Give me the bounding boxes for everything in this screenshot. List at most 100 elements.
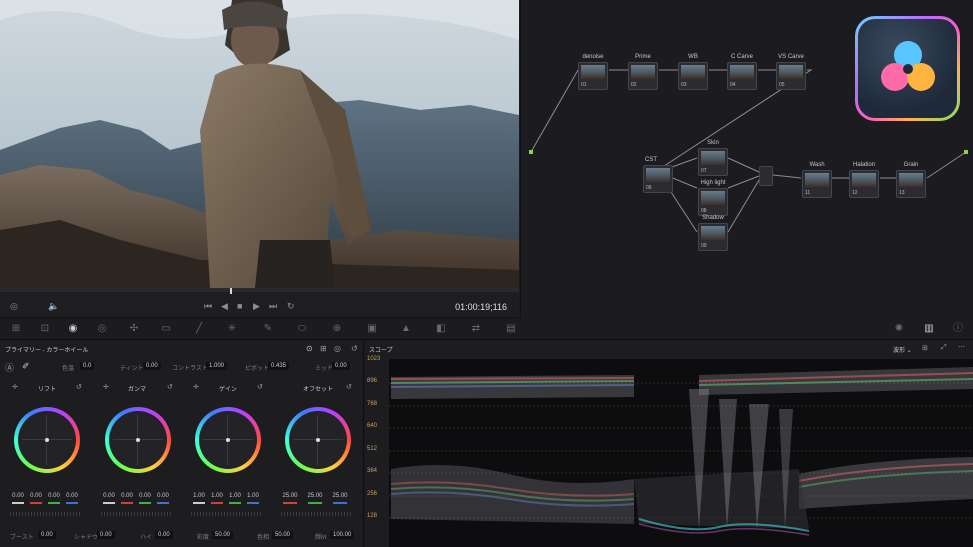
- gain-master-wheel[interactable]: [191, 512, 261, 516]
- node-cst[interactable]: 06: [643, 165, 673, 193]
- lum-mix-value[interactable]: 100.00: [330, 531, 355, 539]
- lift-wheel[interactable]: [14, 407, 80, 473]
- shadow-value[interactable]: 0.00: [97, 531, 115, 539]
- color-wheels-icon[interactable]: ◉: [67, 323, 79, 335]
- sizing-icon[interactable]: ⇄: [470, 323, 482, 335]
- node-vs-carve[interactable]: 05: [776, 62, 806, 90]
- bars-mode-icon[interactable]: ⊞: [320, 344, 327, 353]
- gamma-reset-icon[interactable]: ↺: [167, 383, 173, 391]
- saturation-value[interactable]: 50.00: [212, 531, 234, 539]
- node-prime[interactable]: 02: [628, 62, 658, 90]
- node-high-light[interactable]: 08: [698, 188, 728, 216]
- go-to-end-icon[interactable]: ⏭: [269, 301, 277, 311]
- node-grain[interactable]: 13: [896, 170, 926, 198]
- gamma-picker-icon[interactable]: ✛: [103, 383, 109, 391]
- waveform-scope[interactable]: [389, 359, 973, 547]
- lift-g-value[interactable]: 0.00: [47, 493, 61, 499]
- camera-raw-icon[interactable]: ⊞: [10, 323, 22, 335]
- tracker-icon[interactable]: ⊕: [331, 323, 343, 335]
- wheels-mode-icon[interactable]: ⊙: [306, 344, 313, 353]
- rgb-mixer-icon[interactable]: ✣: [128, 323, 140, 335]
- node-denoise[interactable]: 01: [578, 62, 608, 90]
- reset-icon[interactable]: ↺: [351, 344, 358, 353]
- gamma-y-value[interactable]: 0.00: [102, 493, 116, 499]
- hue-value[interactable]: 50.00: [272, 531, 294, 539]
- offset-b-value[interactable]: 25.00: [330, 493, 350, 499]
- lift-y-value[interactable]: 0.00: [11, 493, 25, 499]
- qualifier-icon[interactable]: ✎: [262, 323, 274, 335]
- lift-b-value[interactable]: 0.00: [65, 493, 79, 499]
- window-icon[interactable]: ⬭: [296, 323, 308, 335]
- contrast-value[interactable]: 1.000: [206, 362, 228, 370]
- play-reverse-icon[interactable]: ◀: [221, 301, 228, 311]
- offset-master-wheel[interactable]: [281, 512, 351, 516]
- layer-mixer-node[interactable]: [759, 166, 773, 186]
- key-icon[interactable]: ◧: [435, 323, 447, 335]
- log-mode-icon[interactable]: ◎: [334, 344, 341, 353]
- wheel-handle[interactable]: [316, 438, 320, 442]
- lift-r-value[interactable]: 0.00: [29, 493, 43, 499]
- lift-picker-icon[interactable]: ✛: [12, 383, 18, 391]
- picker-icon[interactable]: ✐: [22, 361, 30, 372]
- gain-picker-icon[interactable]: ✛: [193, 383, 199, 391]
- magic-mask-icon[interactable]: ▣: [366, 323, 378, 335]
- color-warper-icon[interactable]: ✳: [226, 323, 238, 335]
- gain-b-value[interactable]: 1.00: [246, 493, 260, 499]
- go-to-start-icon[interactable]: ⏮: [204, 301, 212, 311]
- blur-icon[interactable]: ▲: [400, 323, 412, 335]
- scope-mode-select[interactable]: 波形 ⌄: [893, 345, 912, 354]
- 3d-icon[interactable]: ▤: [505, 323, 517, 335]
- highlight-value[interactable]: 0.00: [155, 531, 173, 539]
- input-port[interactable]: [529, 150, 533, 154]
- hdr-wheels-icon[interactable]: ◎: [96, 323, 108, 335]
- node-wb[interactable]: 03: [678, 62, 708, 90]
- tint-value[interactable]: 0.00: [143, 362, 161, 370]
- wheel-handle[interactable]: [136, 438, 140, 442]
- color-match-icon[interactable]: ⊡: [39, 323, 51, 335]
- more-options-icon[interactable]: ⋯: [958, 343, 965, 351]
- scrubber-track[interactable]: [0, 288, 519, 292]
- offset-r-value[interactable]: 25.00: [280, 493, 300, 499]
- audio-icon[interactable]: 🔈: [48, 301, 59, 311]
- gamma-r-value[interactable]: 0.00: [120, 493, 134, 499]
- mid-detail-value[interactable]: 0.00: [332, 362, 350, 370]
- motion-effects-icon[interactable]: ▭: [160, 323, 172, 335]
- offset-g-value[interactable]: 25.00: [305, 493, 325, 499]
- gamma-wheel[interactable]: [105, 407, 171, 473]
- lightbox-icon[interactable]: ✺: [893, 323, 905, 335]
- gain-g-value[interactable]: 1.00: [228, 493, 242, 499]
- play-icon[interactable]: ▶: [253, 301, 260, 311]
- wheel-handle[interactable]: [45, 438, 49, 442]
- info-icon[interactable]: ⓘ: [952, 323, 964, 335]
- offset-reset-icon[interactable]: ↺: [346, 383, 352, 391]
- node-c-carve[interactable]: 04: [727, 62, 757, 90]
- gain-r-value[interactable]: 1.00: [210, 493, 224, 499]
- node-halation[interactable]: 12: [849, 170, 879, 198]
- wheel-handle[interactable]: [226, 438, 230, 442]
- grid-icon[interactable]: ⊞: [922, 344, 928, 352]
- playhead[interactable]: [230, 288, 232, 294]
- scopes-icon[interactable]: ▥: [923, 323, 935, 335]
- viewer-mode-icon[interactable]: ◎: [10, 301, 18, 311]
- pivot-value[interactable]: 0.435: [268, 362, 290, 370]
- gamma-g-value[interactable]: 0.00: [138, 493, 152, 499]
- boost-value[interactable]: 0.00: [38, 531, 56, 539]
- curves-icon[interactable]: ╱: [193, 323, 205, 335]
- lift-reset-icon[interactable]: ↺: [76, 383, 82, 391]
- expand-icon[interactable]: ⤢: [941, 344, 947, 352]
- loop-icon[interactable]: ↻: [287, 301, 295, 311]
- offset-wheel[interactable]: [285, 407, 351, 473]
- auto-balance-icon[interactable]: Ⓐ: [5, 361, 14, 374]
- gamma-master-wheel[interactable]: [101, 512, 171, 516]
- lift-master-wheel[interactable]: [10, 512, 80, 516]
- gamma-b-value[interactable]: 0.00: [156, 493, 170, 499]
- gain-reset-icon[interactable]: ↺: [257, 383, 263, 391]
- gain-wheel[interactable]: [195, 407, 261, 473]
- temp-value[interactable]: 0.0: [80, 362, 95, 370]
- stop-icon[interactable]: ■: [237, 301, 242, 311]
- node-wash[interactable]: 11: [802, 170, 832, 198]
- output-port[interactable]: [964, 150, 968, 154]
- node-skin[interactable]: 07: [698, 148, 728, 176]
- gain-y-value[interactable]: 1.00: [192, 493, 206, 499]
- node-shadow[interactable]: 09: [698, 223, 728, 251]
